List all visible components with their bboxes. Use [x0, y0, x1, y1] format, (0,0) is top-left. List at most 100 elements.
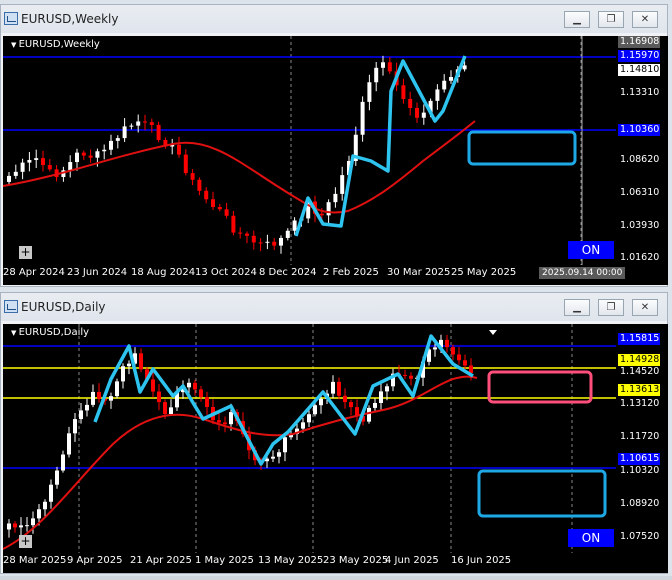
candle-body: [307, 414, 311, 423]
candle-body: [115, 138, 120, 141]
candle-body: [331, 381, 335, 394]
candle-body: [67, 433, 71, 455]
candle-body: [31, 518, 35, 526]
crosshair-plus-icon[interactable]: +: [19, 246, 32, 259]
x-tick: 28 Apr 2024: [3, 267, 65, 278]
candle-body: [187, 382, 191, 388]
weekly-chart-window[interactable]: EURUSD,Weekly ▁ ❐ ✕ EURUSD,Weekly + 1.16…: [0, 4, 668, 287]
price-tag-current: 1.14810: [618, 64, 660, 76]
x-tick: 25 May 2025: [451, 267, 517, 278]
window-tabs-bar: [0, 576, 672, 580]
chart-window-icon: [4, 12, 18, 25]
close-button[interactable]: ✕: [632, 299, 658, 316]
candle-body: [91, 391, 95, 405]
restore-button[interactable]: ❐: [598, 11, 624, 28]
candle-body: [409, 375, 413, 379]
restore-button[interactable]: ❐: [598, 299, 624, 316]
x-tick: 16 Jun 2025: [451, 555, 512, 566]
candle-body: [435, 89, 440, 101]
moving-average-line: [3, 375, 478, 550]
candle-body: [279, 237, 283, 246]
candle-body: [34, 158, 39, 160]
candle-body: [81, 152, 86, 156]
x-tick: 13 Oct 2024: [195, 267, 257, 278]
weekly-titlebar[interactable]: EURUSD,Weekly ▁ ❐ ✕: [1, 5, 667, 33]
close-button[interactable]: ✕: [632, 11, 658, 28]
y-tick: 1.07520: [620, 531, 660, 542]
candle-body: [238, 232, 243, 234]
on-button[interactable]: ON: [568, 241, 614, 259]
price-tag-resistance: 1.15815: [618, 333, 660, 345]
y-tick: 1.01620: [620, 252, 660, 263]
candle-body: [224, 209, 229, 216]
blue-highlight-box: [477, 469, 607, 518]
moving-average-line: [3, 120, 476, 214]
candle-body: [122, 126, 127, 139]
y-tick: 1.03930: [620, 220, 660, 231]
daily-price-axis[interactable]: 1.15815 1.14928 1.14520 1.13613 1.13120 …: [616, 324, 661, 554]
candle-body: [163, 402, 167, 415]
weekly-chart-area[interactable]: EURUSD,Weekly +: [3, 36, 616, 265]
x-tick: 2 Feb 2025: [323, 267, 379, 278]
candle-body: [272, 241, 277, 246]
candle-body: [157, 391, 161, 403]
price-tag-resistance: 1.15970: [618, 50, 660, 62]
candle-body: [217, 206, 222, 210]
candle-body: [277, 452, 281, 457]
candle-body: [301, 422, 305, 429]
candle-body: [333, 193, 338, 203]
daily-titlebar[interactable]: EURUSD,Daily ▁ ❐ ✕: [1, 293, 667, 321]
candle-body: [401, 85, 406, 99]
candle-body: [37, 509, 41, 519]
weekly-time-axis[interactable]: 28 Apr 2024 23 Jun 2024 18 Aug 2024 13 O…: [3, 265, 668, 285]
candle-body: [340, 175, 345, 194]
candle-body: [229, 412, 233, 425]
daily-chart-window[interactable]: EURUSD,Daily ▁ ❐ ✕ EURUSD,Daily + 1.1581…: [0, 292, 668, 574]
candle-body: [47, 165, 52, 170]
candle-body: [292, 220, 297, 231]
candle-body: [13, 523, 17, 528]
candle-body: [183, 154, 188, 174]
x-tick: 8 Dec 2024: [259, 267, 317, 278]
candle-body: [75, 152, 79, 163]
weekly-candlestick-svg[interactable]: [3, 36, 616, 265]
candle-body: [313, 405, 317, 415]
candle-body: [442, 80, 447, 90]
candle-body: [20, 162, 25, 172]
scroll-strip: [661, 324, 668, 554]
highlight-box: [467, 130, 577, 166]
candle-body: [97, 391, 101, 399]
minimize-button[interactable]: ▁: [564, 299, 590, 316]
daily-time-axis[interactable]: 28 Mar 2025 9 Apr 2025 21 Apr 2025 1 May…: [3, 553, 668, 573]
weekly-price-axis[interactable]: 1.16908 1.15970 1.14810 1.13310 1.10360 …: [616, 36, 661, 265]
candle-body: [85, 404, 89, 411]
candle-body: [245, 233, 249, 236]
daily-chart-area[interactable]: EURUSD,Daily +: [3, 324, 616, 554]
candle-body: [7, 175, 11, 182]
price-tag-lower: 1.13613: [618, 384, 660, 396]
minimize-button[interactable]: ▁: [564, 11, 590, 28]
candle-body: [337, 381, 341, 396]
candle-body: [25, 525, 29, 527]
candle-body: [7, 523, 11, 530]
candle-body: [127, 363, 131, 367]
candle-body: [319, 398, 323, 406]
x-tick: 23 Jun 2024: [67, 267, 128, 278]
candle-body: [55, 470, 59, 485]
crosshair-plus-icon[interactable]: +: [19, 535, 32, 548]
chart-window-icon: [4, 300, 18, 313]
candle-body: [151, 379, 155, 392]
price-tag-upper: 1.14928: [618, 354, 660, 366]
shift-marker-icon: [489, 330, 497, 335]
candle-body: [379, 391, 383, 403]
candle-body: [403, 374, 407, 376]
candle-body: [469, 365, 473, 374]
candle-body: [73, 419, 77, 434]
x-tick: 1 May 2025: [195, 555, 254, 566]
on-button[interactable]: ON: [568, 529, 614, 547]
candle-body: [61, 454, 65, 471]
daily-symbol-label: EURUSD,Daily: [11, 327, 89, 338]
daily-candlestick-svg[interactable]: [3, 324, 616, 554]
candle-body: [217, 420, 221, 423]
candle-body: [451, 347, 455, 355]
